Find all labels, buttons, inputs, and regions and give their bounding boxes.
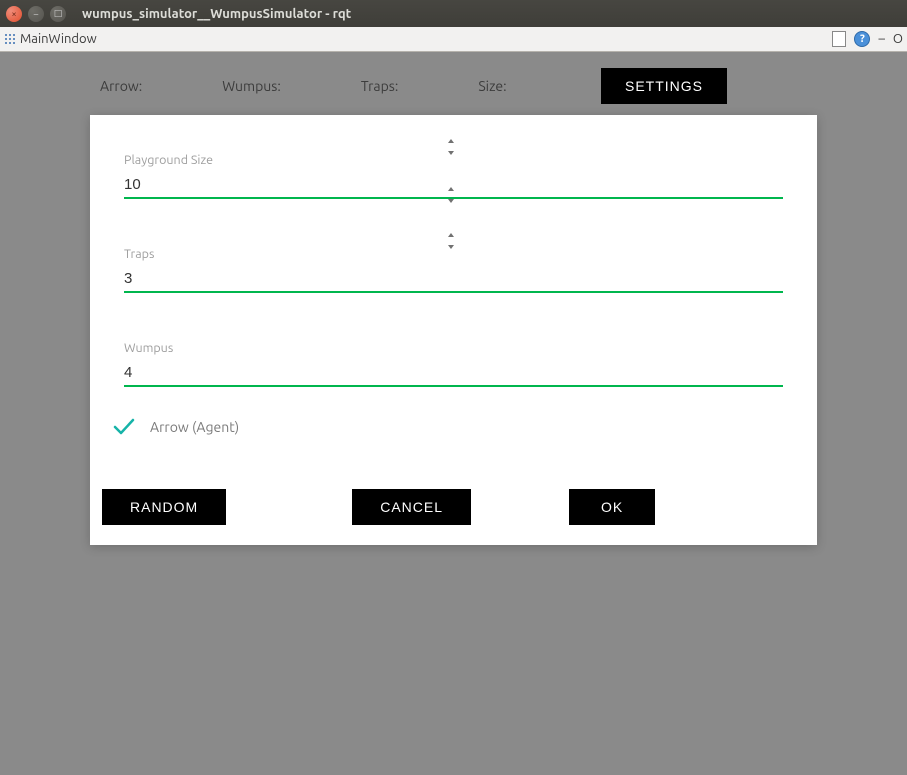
settings-button[interactable]: SETTINGS bbox=[601, 68, 727, 104]
ok-button[interactable]: OK bbox=[569, 489, 655, 525]
menu-mainwindow[interactable]: MainWindow bbox=[20, 32, 97, 46]
random-button[interactable]: RANDOM bbox=[102, 489, 226, 525]
settings-dialog: Playground Size Traps Wumpus bbox=[90, 115, 817, 545]
wumpus-label: Wumpus bbox=[124, 341, 783, 355]
chevron-up-icon[interactable] bbox=[448, 187, 454, 191]
chevron-up-icon[interactable] bbox=[448, 233, 454, 237]
status-traps-label: Traps: bbox=[361, 78, 399, 94]
titlebar-circle[interactable]: O bbox=[893, 32, 903, 46]
chevron-up-icon[interactable] bbox=[448, 139, 454, 143]
traps-field: Traps bbox=[124, 231, 783, 293]
playground-size-input[interactable] bbox=[124, 173, 783, 199]
status-row: Arrow: Wumpus: Traps: Size: SETTINGS bbox=[0, 68, 907, 104]
wumpus-input[interactable] bbox=[124, 361, 783, 387]
menu-bar: MainWindow ? – O bbox=[0, 27, 907, 52]
wumpus-field: Wumpus bbox=[124, 325, 783, 387]
checkmark-icon[interactable] bbox=[112, 417, 136, 437]
content-area: Arrow: Wumpus: Traps: Size: SETTINGS Pla… bbox=[0, 52, 907, 775]
arrow-checkbox-row[interactable]: Arrow (Agent) bbox=[112, 417, 783, 437]
maximize-icon[interactable]: □ bbox=[50, 6, 66, 22]
minimize-icon[interactable]: – bbox=[28, 6, 44, 22]
playground-size-label: Playground Size bbox=[124, 153, 783, 167]
traps-label: Traps bbox=[124, 247, 783, 261]
chevron-down-icon[interactable] bbox=[448, 199, 454, 203]
status-wumpus-label: Wumpus: bbox=[222, 78, 281, 94]
playground-size-field: Playground Size bbox=[124, 137, 783, 199]
traps-spinner-icon[interactable] bbox=[448, 233, 454, 249]
window-title: wumpus_simulator__WumpusSimulator - rqt bbox=[82, 7, 351, 21]
arrow-checkbox-label: Arrow (Agent) bbox=[150, 419, 239, 435]
page-icon[interactable] bbox=[832, 31, 846, 47]
chevron-down-icon[interactable] bbox=[448, 151, 454, 155]
help-icon[interactable]: ? bbox=[854, 31, 870, 47]
close-icon[interactable]: × bbox=[6, 6, 22, 22]
status-size-label: Size: bbox=[478, 78, 506, 94]
traps-input[interactable] bbox=[124, 267, 783, 293]
titlebar-dash[interactable]: – bbox=[878, 32, 884, 46]
playground-spinner-icon[interactable] bbox=[448, 139, 454, 155]
grip-icon[interactable] bbox=[4, 33, 16, 45]
status-arrow-label: Arrow: bbox=[100, 78, 142, 94]
chevron-down-icon[interactable] bbox=[448, 245, 454, 249]
cancel-button[interactable]: CANCEL bbox=[352, 489, 471, 525]
playground-spinner2-icon[interactable] bbox=[448, 187, 454, 203]
dialog-button-row: RANDOM CANCEL OK bbox=[102, 489, 783, 525]
window-title-bar: × – □ wumpus_simulator__WumpusSimulator … bbox=[0, 0, 907, 27]
